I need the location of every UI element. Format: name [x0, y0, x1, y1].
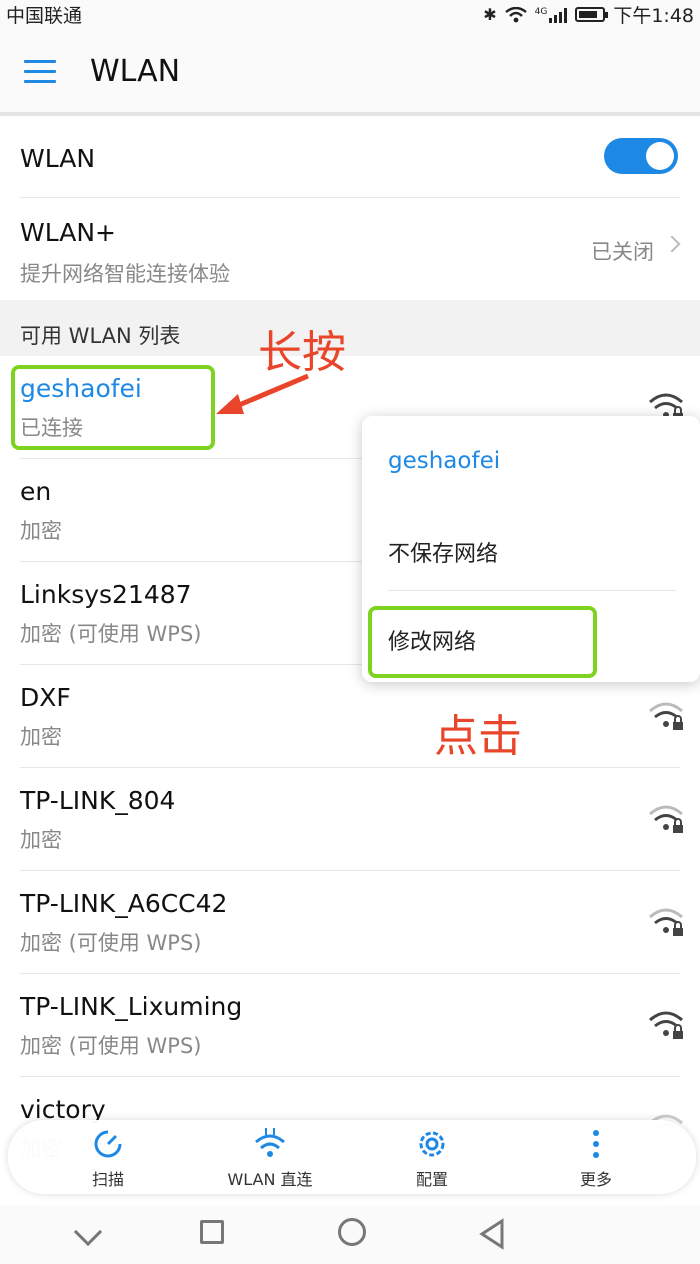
config-button[interactable]: 配置 — [372, 1126, 492, 1190]
wlan-direct-label: WLAN 直连 — [227, 1170, 313, 1189]
scan-icon — [94, 1130, 122, 1158]
more-label: 更多 — [579, 1170, 612, 1189]
app-bar: WLAN — [0, 26, 700, 112]
battery-icon — [575, 7, 609, 22]
wifi-lock-icon — [649, 1011, 683, 1039]
click-annotation: 点击 — [434, 711, 522, 762]
home-icon[interactable] — [338, 1218, 366, 1246]
gear-icon — [419, 1131, 445, 1157]
menu-icon[interactable] — [24, 60, 56, 84]
wlan-plus-status: 已关闭 — [591, 240, 654, 264]
network-state: 加密 (可使用 WPS) — [20, 1034, 202, 1058]
wlan-toggle-row[interactable]: WLAN — [0, 116, 700, 198]
divider — [388, 590, 676, 591]
scan-label: 扫描 — [91, 1170, 124, 1189]
network-name: TP-LINK_A6CC42 — [20, 889, 228, 918]
more-button[interactable]: 更多 — [536, 1126, 656, 1190]
config-label: 配置 — [415, 1170, 448, 1189]
network-state: 加密 — [20, 828, 62, 852]
wlan-plus-title: WLAN+ — [20, 218, 116, 247]
wlan-plus-subtitle: 提升网络智能连接体验 — [20, 262, 230, 286]
more-vertical-icon — [593, 1130, 599, 1158]
wlan-direct-button[interactable]: WLAN 直连 — [208, 1126, 332, 1190]
system-nav-bar — [0, 1206, 700, 1264]
arrow-annotation — [216, 373, 309, 414]
cell-signal-icon: 4G — [535, 7, 568, 23]
network-type: 4G — [534, 6, 548, 17]
wifi-status-icon — [504, 6, 527, 22]
recents-icon[interactable] — [200, 1220, 224, 1244]
network-state: 加密 — [20, 519, 62, 543]
wifi-lock-icon — [649, 702, 683, 730]
network-item-tp-link-lixuming[interactable]: TP-LINK_Lixuming 加密 (可使用 WPS) — [0, 974, 700, 1077]
section-header: 可用 WLAN 列表 — [0, 300, 700, 356]
page-title: WLAN — [90, 54, 181, 89]
carrier-name: 中国联通 — [6, 5, 83, 27]
wifi-lock-icon — [649, 908, 683, 936]
back-icon[interactable] — [478, 1218, 506, 1250]
network-name: DXF — [20, 683, 71, 712]
network-name: Linksys21487 — [20, 580, 192, 609]
network-name: en — [20, 477, 52, 506]
wlan-switch[interactable] — [604, 138, 678, 174]
network-name: TP-LINK_Lixuming — [20, 992, 243, 1021]
wlan-direct-icon — [255, 1128, 285, 1157]
network-state: 加密 (可使用 WPS) — [20, 622, 202, 646]
context-menu-title: geshaofei — [388, 448, 501, 474]
forget-network-button[interactable]: 不保存网络 — [388, 536, 498, 568]
network-item-tp-link-804[interactable]: TP-LINK_804 加密 — [0, 768, 700, 871]
wifi-lock-icon — [649, 805, 683, 833]
chevron-down-icon[interactable] — [73, 1217, 103, 1247]
section-header-label: 可用 WLAN 列表 — [20, 324, 181, 348]
network-state: 加密 (可使用 WPS) — [20, 931, 202, 955]
bluetooth-icon: ✱ — [483, 5, 497, 24]
wlan-toggle-label: WLAN — [20, 144, 96, 173]
highlight-box — [368, 606, 597, 678]
highlight-box — [11, 365, 215, 450]
bottom-toolbar: 扫描 WLAN 直连 配置 更多 — [8, 1120, 696, 1194]
clock: 下午1:48 — [613, 5, 694, 27]
network-state: 加密 — [20, 725, 62, 749]
status-bar: 中国联通 ✱ 4G 下午1:48 — [0, 0, 700, 27]
network-name: TP-LINK_804 — [20, 786, 176, 815]
network-item-tp-link-a6cc42[interactable]: TP-LINK_A6CC42 加密 (可使用 WPS) — [0, 871, 700, 974]
scan-button[interactable]: 扫描 — [48, 1126, 168, 1190]
